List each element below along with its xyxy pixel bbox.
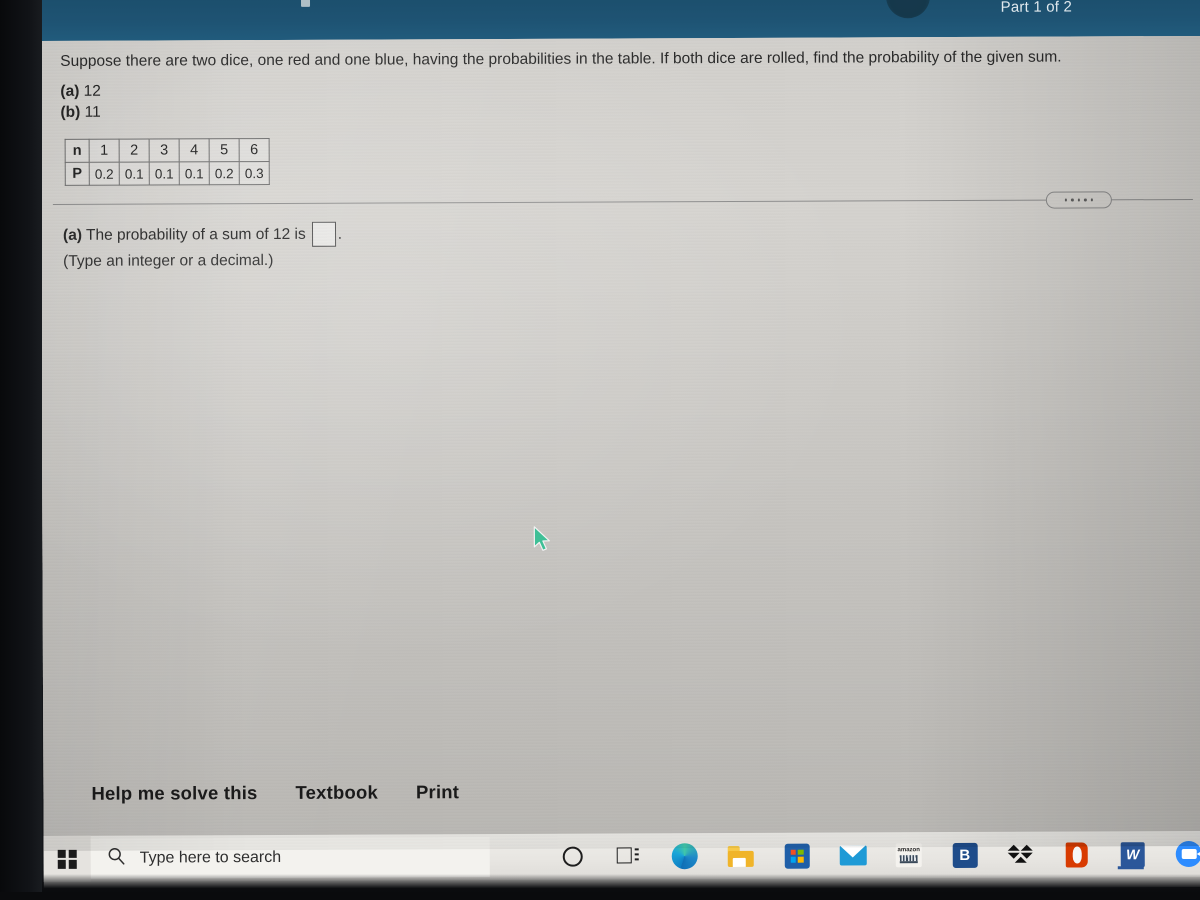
mail-icon[interactable] — [838, 840, 868, 870]
task-view-icon[interactable] — [614, 841, 644, 871]
app-header: Part 1 of 2 — [40, 0, 1200, 41]
n-cell: 2 — [119, 139, 150, 163]
n-cell: 1 — [89, 139, 120, 163]
part-b-label: (b) — [60, 103, 81, 121]
answer-format-hint: (Type an integer or a decimal.) — [63, 251, 274, 270]
p-cell: 0.2 — [209, 161, 240, 185]
windows-taskbar: Type here to search amazon B W — [43, 830, 1200, 882]
word-active-indicator — [1117, 866, 1144, 870]
answer-prompt-line: (a) The probability of a sum of 12 is . — [62, 221, 343, 248]
p-cell: 0.1 — [119, 162, 150, 186]
table-row-n: n 1 2 3 4 5 6 — [65, 138, 270, 163]
print-button[interactable]: Print — [416, 781, 459, 803]
microsoft-edge-icon[interactable] — [670, 841, 700, 871]
part-a-value: 12 — [83, 82, 101, 100]
search-icon — [107, 847, 126, 871]
ellipsis-dot — [1071, 198, 1074, 202]
monitor-bezel-left — [0, 0, 42, 900]
microsoft-store-icon[interactable] — [782, 841, 812, 871]
search-placeholder-text: Type here to search — [139, 848, 282, 867]
p-cell: 0.3 — [239, 161, 270, 185]
word-letter: W — [1120, 841, 1145, 867]
amazon-icon[interactable]: amazon — [894, 840, 924, 870]
cortana-icon[interactable] — [558, 842, 588, 872]
ellipsis-dot — [1064, 198, 1068, 202]
probability-table: n 1 2 3 4 5 6 P 0.2 0.1 0.1 0.1 0.2 0.3 — [64, 137, 270, 186]
dropbox-icon[interactable] — [1006, 840, 1036, 870]
help-me-solve-this-button[interactable]: Help me solve this — [91, 782, 257, 805]
question-parts: (a) 12 (b) 11 — [60, 81, 101, 123]
section-divider — [52, 198, 1193, 205]
part-indicator: Part 1 of 2 — [1000, 0, 1073, 16]
file-explorer-icon[interactable] — [726, 841, 756, 871]
answer-part-label: (a) — [62, 226, 83, 244]
p-cell: 0.2 — [89, 162, 120, 186]
textbook-button[interactable]: Textbook — [295, 782, 378, 804]
row-header-n: n — [65, 139, 90, 163]
answer-prompt-text: The probability of a sum of 12 is — [85, 225, 306, 244]
mouse-pointer-arrow-icon — [532, 526, 554, 559]
computer-screen: Part 1 of 2 Suppose there are two dice, … — [40, 0, 1200, 892]
p-cell: 0.1 — [179, 161, 210, 185]
question-part-b: (b) 11 — [60, 102, 101, 123]
taskbar-search-input[interactable]: Type here to search — [90, 837, 490, 879]
zoom-meetings-icon[interactable] — [1174, 839, 1200, 869]
blackboard-icon[interactable]: B — [950, 840, 980, 870]
n-cell: 4 — [179, 138, 210, 162]
part-b-value: 11 — [84, 103, 101, 121]
user-avatar[interactable] — [885, 0, 931, 19]
taskbar-icon-row: amazon B W — [558, 839, 1200, 872]
microsoft-word-icon[interactable]: W — [1117, 839, 1148, 870]
p-cell: 0.1 — [149, 161, 180, 186]
amazon-wordmark: amazon — [897, 847, 920, 854]
windows-start-button[interactable] — [43, 835, 91, 882]
ellipsis-dot — [1077, 198, 1081, 202]
question-prompt: Suppose there are two dice, one red and … — [60, 48, 1062, 70]
question-part-a: (a) 12 — [60, 81, 101, 102]
monitor-bezel-bottom — [0, 892, 1200, 900]
part-a-label: (a) — [60, 82, 80, 100]
table-row-p: P 0.2 0.1 0.1 0.1 0.2 0.3 — [65, 161, 270, 186]
n-cell: 3 — [149, 138, 180, 163]
row-header-p: P — [65, 162, 90, 186]
ellipsis-dot — [1084, 198, 1087, 202]
n-cell: 5 — [209, 138, 240, 162]
answer-block: (a) The probability of a sum of 12 is . … — [62, 221, 343, 271]
browser-tab-nub-icon — [300, 0, 311, 7]
action-links: Help me solve this Textbook Print — [91, 781, 459, 805]
question-page: Suppose there are two dice, one red and … — [40, 35, 1200, 851]
answer-period: . — [337, 225, 343, 243]
more-options-button[interactable] — [1045, 191, 1112, 209]
blackboard-letter: B — [952, 842, 978, 868]
ellipsis-dot — [1090, 198, 1094, 202]
answer-input[interactable] — [311, 221, 336, 247]
photo-of-screen: Part 1 of 2 Suppose there are two dice, … — [0, 0, 1200, 900]
microsoft-office-icon[interactable] — [1062, 839, 1092, 869]
n-cell: 6 — [239, 138, 270, 162]
windows-start-icon — [57, 849, 77, 869]
